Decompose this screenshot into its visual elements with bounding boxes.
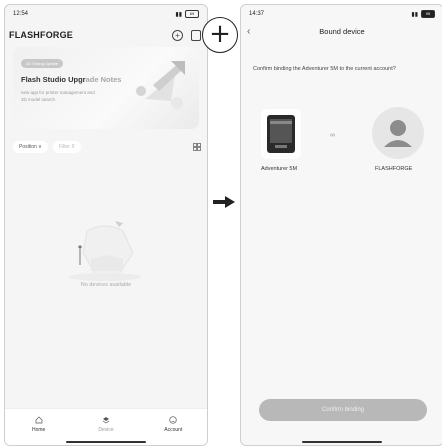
promo-banner[interactable]: 3D Slicing Update Flash Studio Upgrade N… xyxy=(13,47,199,129)
printer-icon xyxy=(267,115,295,153)
banner-badge: 3D Slicing Update xyxy=(21,59,64,68)
user-name: FLASHFORGE xyxy=(375,166,413,172)
status-bar: 14:37 ▮▮ 95 xyxy=(241,5,442,23)
printer-image xyxy=(261,109,301,159)
banner-title-bold: Flash Studio Upgr xyxy=(21,75,86,84)
battery-icon: 95 xyxy=(421,10,435,18)
printer-name: Adventurer 5M xyxy=(261,166,298,172)
empty-message: No devices available xyxy=(80,282,132,288)
link-icon: ∞ xyxy=(330,132,335,139)
filter-dropdown[interactable]: Filter ⊽ xyxy=(52,141,82,153)
empty-state-illustration xyxy=(69,221,141,281)
position-filter[interactable]: Position ∨ xyxy=(13,141,48,153)
home-indicator xyxy=(302,441,382,443)
user-icon xyxy=(384,120,412,147)
nav-device-label: Device xyxy=(98,426,114,433)
status-time: 12:54 xyxy=(13,11,29,17)
device-list-screen: 12:54 ▮▮ 69 FLASHFORGE + 3D Slicing Upda… xyxy=(4,4,208,446)
app-header: FLASHFORGE + xyxy=(5,23,207,47)
bound-device-screen: 14:37 ▮▮ 95 ‹ Bound device Confirm bindi… xyxy=(240,4,442,446)
nav-home[interactable]: Home xyxy=(9,409,69,445)
confirm-binding-button[interactable]: Confirm binding xyxy=(259,399,427,421)
device-icon xyxy=(102,416,110,423)
banner-title-soft: ade Notes xyxy=(85,75,122,84)
nav-home-label: Home xyxy=(31,426,46,433)
nav-bar: ‹ Bound device xyxy=(241,23,442,43)
status-bar: 12:54 ▮▮ 69 xyxy=(5,5,207,23)
page-title: Bound device xyxy=(319,27,365,36)
flow-arrow-icon xyxy=(213,196,235,208)
grid-view-icon[interactable] xyxy=(193,143,201,151)
signal-icon: ▮▮ xyxy=(411,11,418,18)
message-icon[interactable] xyxy=(191,29,201,41)
system-icons: ▮▮ 69 xyxy=(175,10,199,18)
confirm-question: Confirm binding the Adventurer 5M to the… xyxy=(253,66,396,72)
app-title: FLASHFORGE xyxy=(9,30,73,40)
signal-icon: ▮▮ xyxy=(175,11,182,18)
nav-account-label: Account xyxy=(164,426,183,433)
battery-icon: 69 xyxy=(185,10,199,18)
home-icon xyxy=(35,416,43,423)
status-time: 14:37 xyxy=(249,11,265,17)
account-icon xyxy=(169,415,177,424)
user-avatar xyxy=(372,107,424,159)
banner-description: new app for printer management and 3D mo… xyxy=(21,90,95,102)
filter-row: Position ∨ Filter ⊽ xyxy=(5,139,207,155)
home-indicator xyxy=(66,441,146,443)
banner-title: Flash Studio Upgrade Notes xyxy=(21,75,121,84)
nav-device[interactable]: Device xyxy=(76,409,136,445)
plus-callout: + xyxy=(202,17,238,53)
nav-account[interactable]: Account xyxy=(143,409,203,445)
banner-illustration xyxy=(136,61,185,109)
system-icons: ▮▮ 95 xyxy=(411,10,435,18)
bottom-navigation: Home Device Account xyxy=(5,408,207,445)
add-device-icon[interactable]: + xyxy=(172,29,183,41)
